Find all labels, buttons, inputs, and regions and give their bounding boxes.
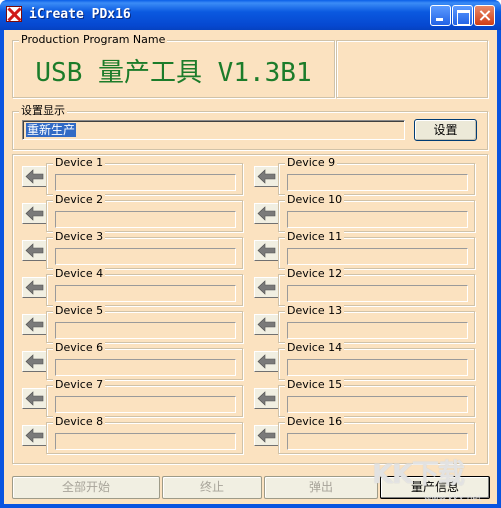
device-9-label: Device 9 bbox=[285, 156, 338, 170]
watermark-url: www.kkx.net bbox=[424, 494, 482, 504]
device-9-status-field bbox=[287, 174, 468, 191]
device-9-arrow-icon[interactable] bbox=[254, 166, 280, 187]
device-8-status-field bbox=[55, 433, 236, 450]
program-heading: USB 量产工具 V1.3B1 bbox=[35, 58, 312, 88]
device-13-status-field bbox=[287, 322, 468, 339]
device-16-arrow-icon[interactable] bbox=[254, 425, 280, 446]
production-group-label: Production Program Name bbox=[19, 33, 168, 47]
display-group-label: 设置显示 bbox=[19, 104, 67, 118]
device-14-label: Device 14 bbox=[285, 341, 345, 355]
device-7-status-field bbox=[55, 396, 236, 413]
device-7-label: Device 7 bbox=[53, 378, 106, 392]
device-4-status-field bbox=[55, 285, 236, 302]
client-area: Production Program Name USB 量产工具 V1.3B1 … bbox=[4, 30, 497, 504]
device-1-arrow-icon[interactable] bbox=[22, 166, 48, 187]
device-15-status-field bbox=[287, 396, 468, 413]
device-5-arrow-icon[interactable] bbox=[22, 314, 48, 335]
device-8-label: Device 8 bbox=[53, 415, 106, 429]
device-12-label: Device 12 bbox=[285, 267, 345, 281]
device-10-arrow-icon[interactable] bbox=[254, 203, 280, 224]
device-5-group: Device 5 bbox=[46, 304, 243, 343]
device-3-group: Device 3 bbox=[46, 230, 243, 269]
device-3-label: Device 3 bbox=[53, 230, 106, 244]
device-15-group: Device 15 bbox=[278, 378, 475, 417]
device-13-group: Device 13 bbox=[278, 304, 475, 343]
device-5-status-field bbox=[55, 322, 236, 339]
app-icon[interactable] bbox=[6, 6, 22, 22]
device-6-arrow-icon[interactable] bbox=[22, 351, 48, 372]
maximize-button[interactable] bbox=[452, 5, 473, 26]
device-6-group: Device 6 bbox=[46, 341, 243, 380]
eject-button[interactable]: 弹出 bbox=[264, 476, 378, 499]
device-1-group: Device 1 bbox=[46, 156, 243, 195]
device-7-arrow-icon[interactable] bbox=[22, 388, 48, 409]
device-13-label: Device 13 bbox=[285, 304, 345, 318]
device-10-status-field bbox=[287, 211, 468, 228]
display-value-text: 重新生产 bbox=[26, 123, 77, 137]
device-14-group: Device 14 bbox=[278, 341, 475, 380]
device-14-status-field bbox=[287, 359, 468, 376]
start-all-button[interactable]: 全部开始 bbox=[12, 476, 160, 499]
device-11-arrow-icon[interactable] bbox=[254, 240, 280, 261]
device-8-arrow-icon[interactable] bbox=[22, 425, 48, 446]
settings-button[interactable]: 设置 bbox=[414, 119, 477, 141]
close-button[interactable] bbox=[474, 5, 495, 26]
device-15-arrow-icon[interactable] bbox=[254, 388, 280, 409]
app-window: iCreate PDx16 Production Program Name US… bbox=[0, 0, 501, 508]
device-8-group: Device 8 bbox=[46, 415, 243, 454]
device-6-label: Device 6 bbox=[53, 341, 106, 355]
device-7-group: Device 7 bbox=[46, 378, 243, 417]
device-11-status-field bbox=[287, 248, 468, 265]
title-bar[interactable]: iCreate PDx16 bbox=[0, 0, 501, 30]
device-3-status-field bbox=[55, 248, 236, 265]
device-2-status-field bbox=[55, 211, 236, 228]
device-3-arrow-icon[interactable] bbox=[22, 240, 48, 261]
device-1-label: Device 1 bbox=[53, 156, 106, 170]
device-12-status-field bbox=[287, 285, 468, 302]
device-12-arrow-icon[interactable] bbox=[254, 277, 280, 298]
device-16-status-field bbox=[287, 433, 468, 450]
device-13-arrow-icon[interactable] bbox=[254, 314, 280, 335]
production-group: Production Program Name USB 量产工具 V1.3B1 bbox=[12, 33, 335, 98]
device-5-label: Device 5 bbox=[53, 304, 106, 318]
device-2-label: Device 2 bbox=[53, 193, 106, 207]
device-1-status-field bbox=[55, 174, 236, 191]
minimize-button[interactable] bbox=[430, 5, 451, 26]
device-2-arrow-icon[interactable] bbox=[22, 203, 48, 224]
device-11-label: Device 11 bbox=[285, 230, 345, 244]
display-value-field[interactable]: 重新生产 bbox=[22, 120, 405, 140]
device-15-label: Device 15 bbox=[285, 378, 345, 392]
device-9-group: Device 9 bbox=[278, 156, 475, 195]
device-4-group: Device 4 bbox=[46, 267, 243, 306]
device-16-group: Device 16 bbox=[278, 415, 475, 454]
device-14-arrow-icon[interactable] bbox=[254, 351, 280, 372]
device-16-label: Device 16 bbox=[285, 415, 345, 429]
stop-button[interactable]: 终止 bbox=[162, 476, 262, 499]
watermark-logo: KK下载 bbox=[372, 459, 465, 490]
device-4-arrow-icon[interactable] bbox=[22, 277, 48, 298]
device-4-label: Device 4 bbox=[53, 267, 106, 281]
device-12-group: Device 12 bbox=[278, 267, 475, 306]
device-6-status-field bbox=[55, 359, 236, 376]
device-10-label: Device 10 bbox=[285, 193, 345, 207]
device-10-group: Device 10 bbox=[278, 193, 475, 232]
production-side-panel bbox=[336, 40, 488, 98]
device-11-group: Device 11 bbox=[278, 230, 475, 269]
device-2-group: Device 2 bbox=[46, 193, 243, 232]
window-title: iCreate PDx16 bbox=[29, 7, 131, 22]
